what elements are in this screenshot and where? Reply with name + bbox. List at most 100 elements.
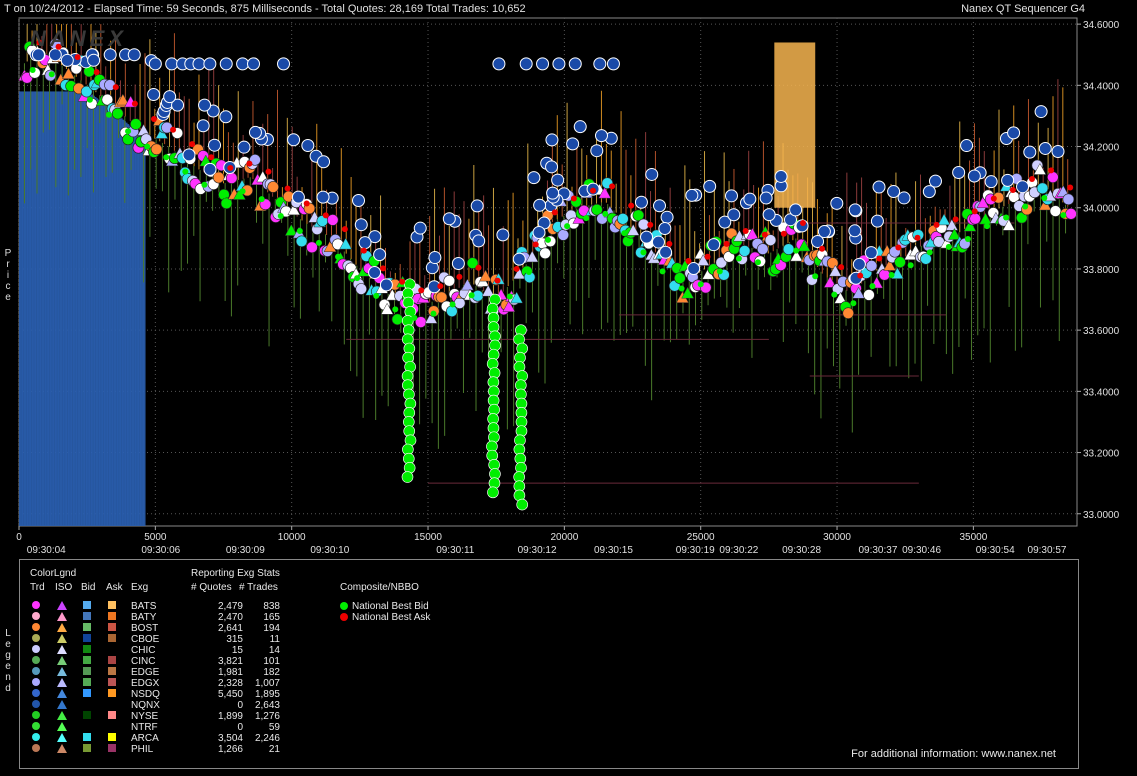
nbbo-bid-point bbox=[1003, 214, 1010, 221]
nqnx-trade-dot bbox=[87, 53, 101, 67]
exchange-name: BATS bbox=[131, 601, 157, 612]
nqnx-trade-dot bbox=[163, 90, 177, 104]
trade-count: 101 bbox=[263, 656, 280, 667]
nbbo-ask-point bbox=[1048, 167, 1055, 174]
exchange-name: CHIC bbox=[131, 645, 156, 656]
bid-color-swatch bbox=[83, 645, 91, 653]
trade-dot bbox=[969, 212, 981, 225]
y-tick-label: 33.4000 bbox=[1083, 387, 1120, 398]
y-tick-label: 33.6000 bbox=[1083, 326, 1120, 337]
nbbo-ask-point bbox=[933, 221, 940, 228]
nqnx-trade-dot bbox=[317, 155, 331, 169]
nqnx-trade-dot bbox=[967, 169, 981, 183]
nbbo-ask-point bbox=[532, 241, 539, 248]
nqnx-trade-dot bbox=[590, 144, 604, 158]
time-label: 09:30:04 bbox=[27, 545, 66, 556]
exchange-name: NYSE bbox=[131, 711, 159, 722]
exchange-name: NSDQ bbox=[131, 689, 160, 700]
trade-count: 165 bbox=[263, 612, 280, 623]
nbbo-bid-point bbox=[831, 291, 838, 298]
bid-color-swatch bbox=[83, 689, 91, 697]
trade-dot bbox=[295, 235, 308, 248]
nqnx-trade-dot bbox=[887, 185, 901, 199]
nbbo-bid-point bbox=[449, 301, 456, 308]
trade-dot bbox=[443, 275, 456, 287]
iso-color-swatch bbox=[57, 678, 67, 687]
nbbo-bid-point bbox=[182, 168, 189, 175]
trade-dot bbox=[355, 283, 368, 295]
legend-panel: ColorLgnd Trd ISO Bid Ask Exg Reporting … bbox=[19, 559, 1079, 769]
nbbo-ask-point bbox=[990, 195, 997, 202]
trd-color-swatch bbox=[32, 733, 40, 741]
y-tick-label: 34.2000 bbox=[1083, 143, 1120, 154]
nqnx-trade-dot bbox=[519, 57, 533, 71]
nqnx-trade-dot bbox=[413, 221, 427, 235]
legend-side-label: Legend bbox=[5, 628, 11, 694]
nbbo-bid-point bbox=[640, 249, 647, 256]
nbbo-color-swatch bbox=[340, 602, 348, 611]
nqnx-trade-dot bbox=[358, 236, 372, 250]
nbbo-ask-point bbox=[475, 264, 482, 271]
trade-dot bbox=[865, 260, 878, 272]
nbbo-bid-point bbox=[754, 259, 761, 266]
nbbo-bid-point bbox=[506, 293, 513, 300]
ask-color-swatch bbox=[108, 601, 116, 609]
legend-row: BATS 2,479 838 bbox=[20, 601, 320, 612]
nbbo-bid-point bbox=[678, 285, 685, 292]
nbbo-bid-point bbox=[468, 292, 475, 299]
nqnx-trade-dot bbox=[743, 192, 757, 206]
bid-color-swatch bbox=[83, 711, 91, 719]
nbbo-ask-point bbox=[341, 226, 348, 233]
nbbo-ask-point bbox=[1009, 186, 1016, 193]
nqnx-trade-dot bbox=[658, 222, 672, 236]
nbbo-bid-point bbox=[67, 81, 74, 88]
nqnx-trade-dot bbox=[428, 251, 442, 265]
nbbo-ask-point bbox=[437, 283, 444, 290]
nbbo-bid-point bbox=[86, 96, 93, 103]
nqnx-trade-dot bbox=[192, 57, 206, 71]
trd-color-swatch bbox=[32, 612, 40, 620]
nbbo-ask-point bbox=[265, 168, 272, 175]
ask-color-swatch bbox=[108, 678, 116, 686]
nbbo-ask-point bbox=[131, 100, 138, 107]
nbbo-ask-point bbox=[360, 247, 367, 254]
nqnx-trade-dot bbox=[593, 57, 607, 71]
price-chart: 33.0000 33.2000 33.4000 33.6000 33.8000 34.00… bbox=[16, 17, 1120, 556]
nqnx-trade-dot bbox=[1001, 173, 1015, 187]
nqnx-trade-dot bbox=[472, 234, 486, 248]
nqnx-trade-dot bbox=[872, 180, 886, 194]
quote-count: 3,504 bbox=[217, 733, 243, 744]
nbbo-bid-point bbox=[48, 71, 55, 78]
nqnx-trade-dot bbox=[897, 191, 911, 205]
nbbo-bid-point bbox=[430, 310, 437, 317]
nbbo-bid-point bbox=[411, 314, 418, 321]
trade-dot bbox=[842, 307, 855, 319]
nbbo-bid-point bbox=[163, 154, 170, 161]
nbbo-bid-point bbox=[945, 243, 952, 250]
time-label: 09:30:22 bbox=[719, 545, 758, 556]
nbbo-ask-point bbox=[971, 208, 978, 215]
trade-dot bbox=[674, 272, 686, 284]
nqnx-trade-dot bbox=[301, 139, 315, 153]
nbbo-bid-point bbox=[869, 283, 876, 290]
time-label: 09:30:09 bbox=[226, 545, 265, 556]
trade-dot bbox=[782, 243, 795, 255]
nqnx-trade-dot bbox=[573, 120, 587, 134]
trade-dot bbox=[306, 241, 318, 254]
legend-bid-header: Bid bbox=[81, 582, 96, 593]
iso-color-swatch bbox=[57, 667, 67, 676]
nbbo-ask-point bbox=[704, 253, 711, 260]
nbbo-bid-point bbox=[105, 111, 112, 118]
nbbo-ask-point bbox=[589, 187, 596, 194]
nqnx-trade-dot bbox=[237, 140, 251, 154]
ask-color-swatch bbox=[108, 744, 116, 752]
trade-dot bbox=[220, 197, 233, 210]
bid-color-swatch bbox=[83, 634, 91, 642]
legend-row: CINC 3,821 101 bbox=[20, 656, 320, 667]
nqnx-trade-dot bbox=[316, 190, 330, 204]
trade-dot bbox=[111, 107, 124, 120]
nqnx-trade-dot bbox=[552, 57, 566, 71]
trade-dot bbox=[150, 143, 163, 156]
y-tick-label: 33.2000 bbox=[1083, 449, 1120, 460]
x-tick-label: 25000 bbox=[687, 532, 715, 543]
